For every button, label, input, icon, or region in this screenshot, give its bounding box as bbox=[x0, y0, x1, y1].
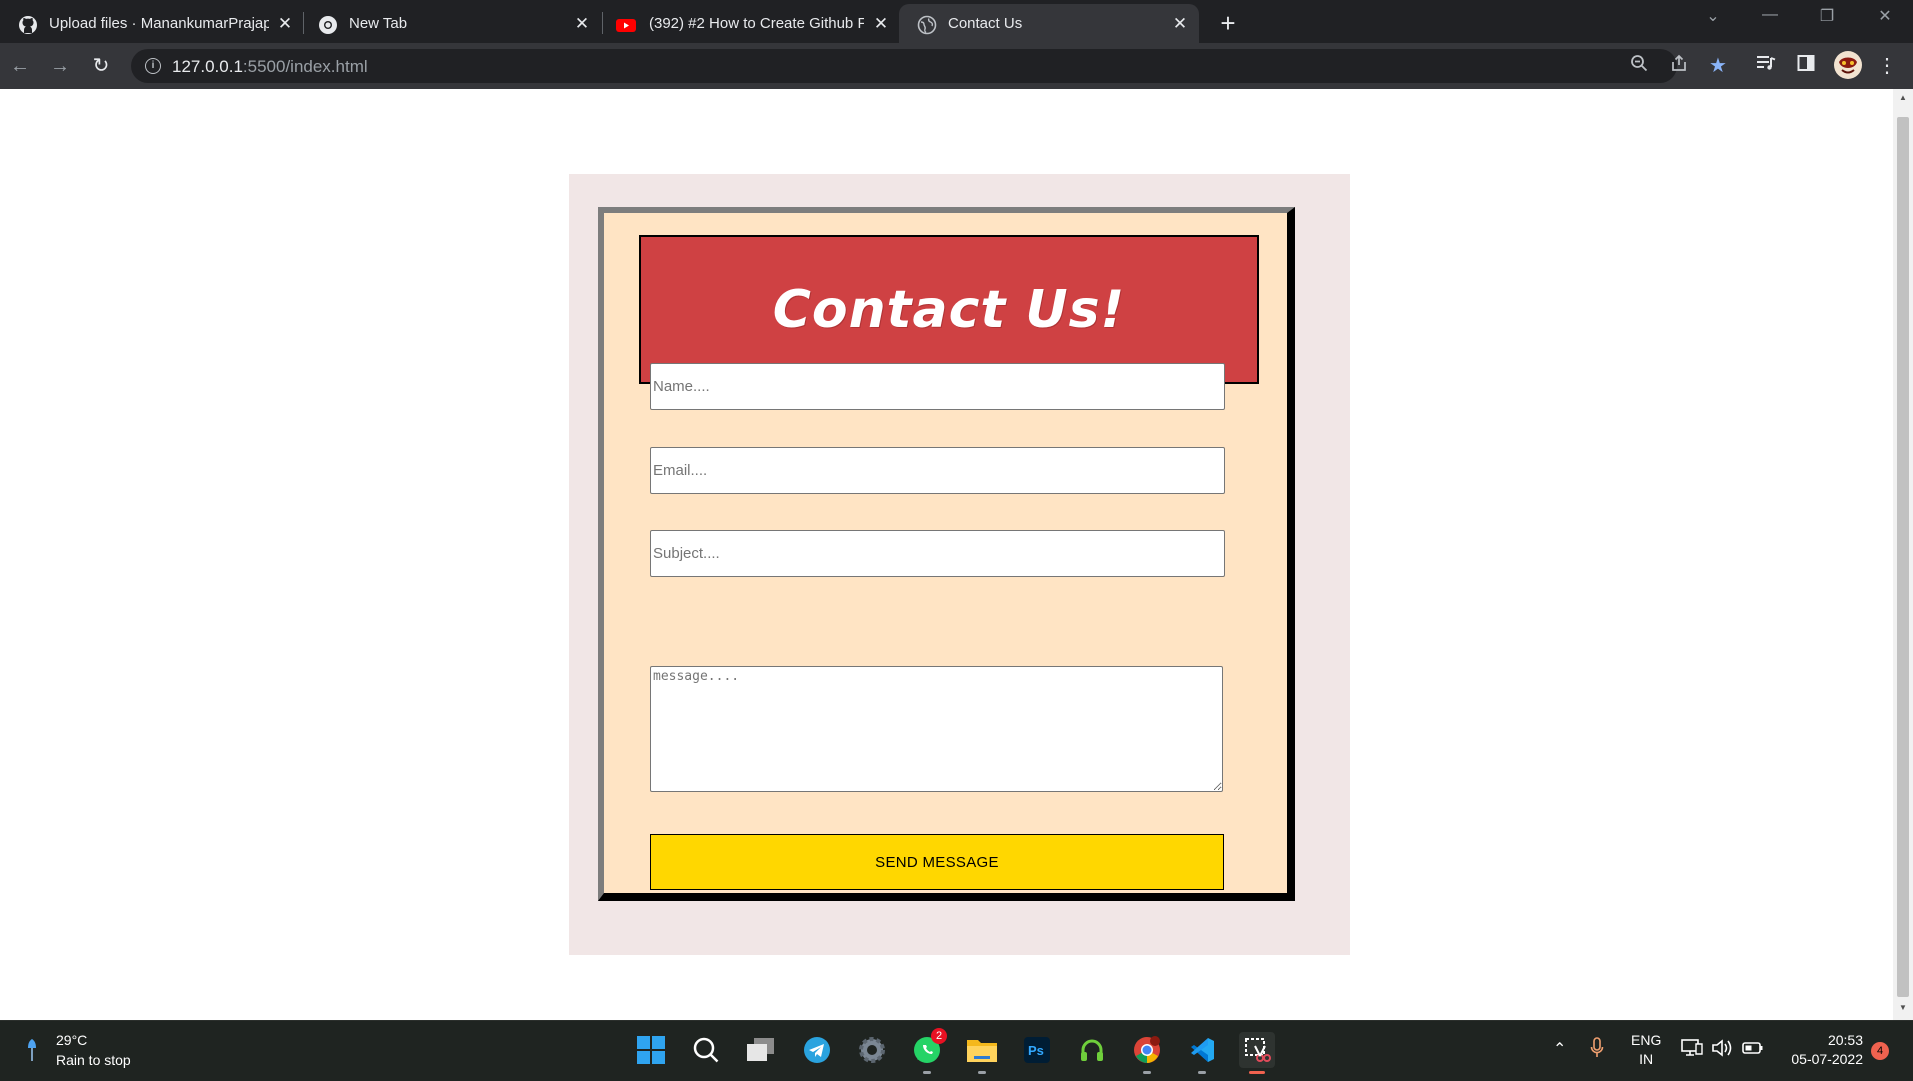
search-button[interactable] bbox=[688, 1032, 724, 1068]
send-message-button[interactable]: SEND MESSAGE bbox=[650, 834, 1224, 890]
microphone-icon[interactable] bbox=[1590, 1037, 1604, 1064]
menu-icon[interactable]: ⋮ bbox=[1874, 53, 1900, 79]
file-explorer-app[interactable] bbox=[964, 1032, 1000, 1074]
task-view-button[interactable] bbox=[743, 1032, 779, 1068]
email-input[interactable] bbox=[650, 447, 1225, 494]
close-icon[interactable]: ✕ bbox=[871, 14, 891, 34]
whatsapp-badge: 2 bbox=[931, 1028, 947, 1044]
taskbar: 29°C Rain to stop 2 Ps ⌃ ENG IN 20:53 05… bbox=[0, 1020, 1913, 1081]
gear-icon bbox=[859, 1037, 885, 1063]
folder-icon bbox=[967, 1040, 997, 1062]
umbrella-weather-icon[interactable] bbox=[26, 1037, 38, 1065]
restore-button[interactable]: ❐ bbox=[1812, 6, 1842, 26]
tab-title: Upload files · ManankumarPrajap bbox=[49, 15, 269, 32]
active-indicator bbox=[1249, 1071, 1265, 1074]
tab-title: (392) #2 How to Create Github Fr bbox=[649, 15, 864, 32]
system-clock[interactable]: 20:53 05-07-2022 bbox=[1783, 1031, 1863, 1069]
running-indicator bbox=[1143, 1071, 1151, 1074]
page-title: Contact Us! bbox=[772, 279, 1126, 340]
vscode-icon bbox=[1191, 1038, 1214, 1062]
url-text: 127.0.0.1:5500/index.html bbox=[172, 57, 368, 77]
tab-title: Contact Us bbox=[948, 15, 1023, 32]
audio-app[interactable] bbox=[1074, 1032, 1110, 1068]
language-code: ENG bbox=[1631, 1032, 1662, 1048]
input-language[interactable]: ENG IN bbox=[1631, 1031, 1661, 1069]
chrome-app[interactable] bbox=[1129, 1032, 1165, 1074]
browser-toolbar: ← → ↻ i 127.0.0.1:5500/index.html ★ ⋮ bbox=[0, 43, 1913, 90]
clock-date: 05-07-2022 bbox=[1791, 1051, 1863, 1067]
vscode-app[interactable] bbox=[1184, 1032, 1220, 1074]
close-icon[interactable]: ✕ bbox=[275, 14, 295, 34]
side-panel-icon[interactable] bbox=[1793, 53, 1819, 79]
globe-icon bbox=[917, 15, 937, 35]
bookmark-star-icon[interactable]: ★ bbox=[1705, 53, 1731, 79]
notification-badge[interactable]: 4 bbox=[1871, 1042, 1889, 1060]
chrome-icon bbox=[1134, 1036, 1160, 1063]
running-indicator bbox=[1198, 1071, 1206, 1074]
photoshop-app[interactable]: Ps bbox=[1019, 1032, 1055, 1068]
back-button[interactable]: ← bbox=[6, 52, 34, 80]
whatsapp-app[interactable]: 2 bbox=[909, 1028, 947, 1074]
reload-button[interactable]: ↻ bbox=[87, 52, 115, 80]
running-indicator bbox=[923, 1071, 931, 1074]
zoom-icon[interactable] bbox=[1626, 53, 1652, 79]
profile-avatar[interactable] bbox=[1833, 50, 1863, 80]
media-controls-icon[interactable] bbox=[1753, 53, 1779, 79]
svg-text:Ps: Ps bbox=[1028, 1043, 1044, 1058]
info-icon[interactable]: i bbox=[145, 58, 161, 74]
show-hidden-icons-button[interactable]: ⌃ bbox=[1553, 1039, 1566, 1059]
telegram-app[interactable] bbox=[799, 1032, 835, 1068]
forward-button[interactable]: → bbox=[46, 52, 74, 80]
snipping-tool-app[interactable] bbox=[1239, 1032, 1275, 1074]
close-window-button[interactable]: ✕ bbox=[1870, 6, 1900, 26]
subject-input[interactable] bbox=[650, 530, 1225, 577]
youtube-icon bbox=[616, 19, 636, 32]
tab-contact-us[interactable]: Contact Us ✕ bbox=[899, 4, 1199, 43]
scroll-up-icon[interactable]: ▲ bbox=[1898, 93, 1908, 102]
scrollbar-thumb[interactable] bbox=[1897, 117, 1909, 997]
volume-icon[interactable] bbox=[1711, 1038, 1733, 1063]
language-region: IN bbox=[1639, 1051, 1654, 1067]
snipping-tool-icon bbox=[1245, 1038, 1271, 1062]
battery-icon[interactable] bbox=[1742, 1039, 1764, 1062]
task-view-icon bbox=[747, 1038, 774, 1061]
photoshop-icon: Ps bbox=[1024, 1037, 1050, 1063]
clock-time: 20:53 bbox=[1827, 1032, 1863, 1048]
tab-title: New Tab bbox=[349, 15, 408, 32]
close-icon[interactable]: ✕ bbox=[1170, 14, 1190, 34]
close-icon[interactable]: ✕ bbox=[572, 14, 592, 34]
chrome-icon bbox=[319, 16, 337, 34]
tab-search-icon[interactable]: ⌄ bbox=[1698, 6, 1728, 26]
github-icon bbox=[19, 16, 37, 34]
tab-upload-files[interactable]: Upload files · ManankumarPrajap ✕ bbox=[0, 4, 298, 43]
search-icon bbox=[693, 1037, 719, 1063]
page-scrollbar[interactable]: ▲ ▼ bbox=[1893, 89, 1913, 1020]
contact-banner: Contact Us! bbox=[639, 235, 1259, 384]
message-textarea[interactable] bbox=[650, 666, 1223, 792]
windows-icon bbox=[637, 1036, 665, 1064]
tab-youtube-video[interactable]: (392) #2 How to Create Github Fr ✕ bbox=[600, 4, 898, 43]
new-tab-button[interactable]: + bbox=[1214, 9, 1242, 37]
network-icon[interactable] bbox=[1681, 1038, 1703, 1063]
tab-new-tab[interactable]: New Tab ✕ bbox=[300, 4, 598, 43]
tab-strip: Upload files · ManankumarPrajap ✕ New Ta… bbox=[0, 0, 1913, 43]
url-path: :5500/index.html bbox=[242, 57, 368, 76]
telegram-icon bbox=[804, 1037, 830, 1063]
scroll-down-icon[interactable]: ▼ bbox=[1898, 1003, 1908, 1012]
weather-temperature[interactable]: 29°C bbox=[56, 1032, 87, 1048]
contact-form-card: Contact Us! SEND MESSAGE bbox=[598, 207, 1295, 901]
address-bar[interactable]: i 127.0.0.1:5500/index.html ★ bbox=[131, 49, 1727, 83]
settings-app[interactable] bbox=[854, 1032, 890, 1068]
name-input[interactable] bbox=[650, 363, 1225, 410]
weather-description[interactable]: Rain to stop bbox=[56, 1052, 131, 1068]
running-indicator bbox=[978, 1071, 986, 1074]
minimize-button[interactable]: — bbox=[1755, 6, 1785, 24]
start-button[interactable] bbox=[633, 1032, 669, 1068]
url-host: 127.0.0.1 bbox=[172, 57, 243, 76]
share-icon[interactable] bbox=[1666, 53, 1692, 79]
headphones-icon bbox=[1081, 1039, 1103, 1061]
